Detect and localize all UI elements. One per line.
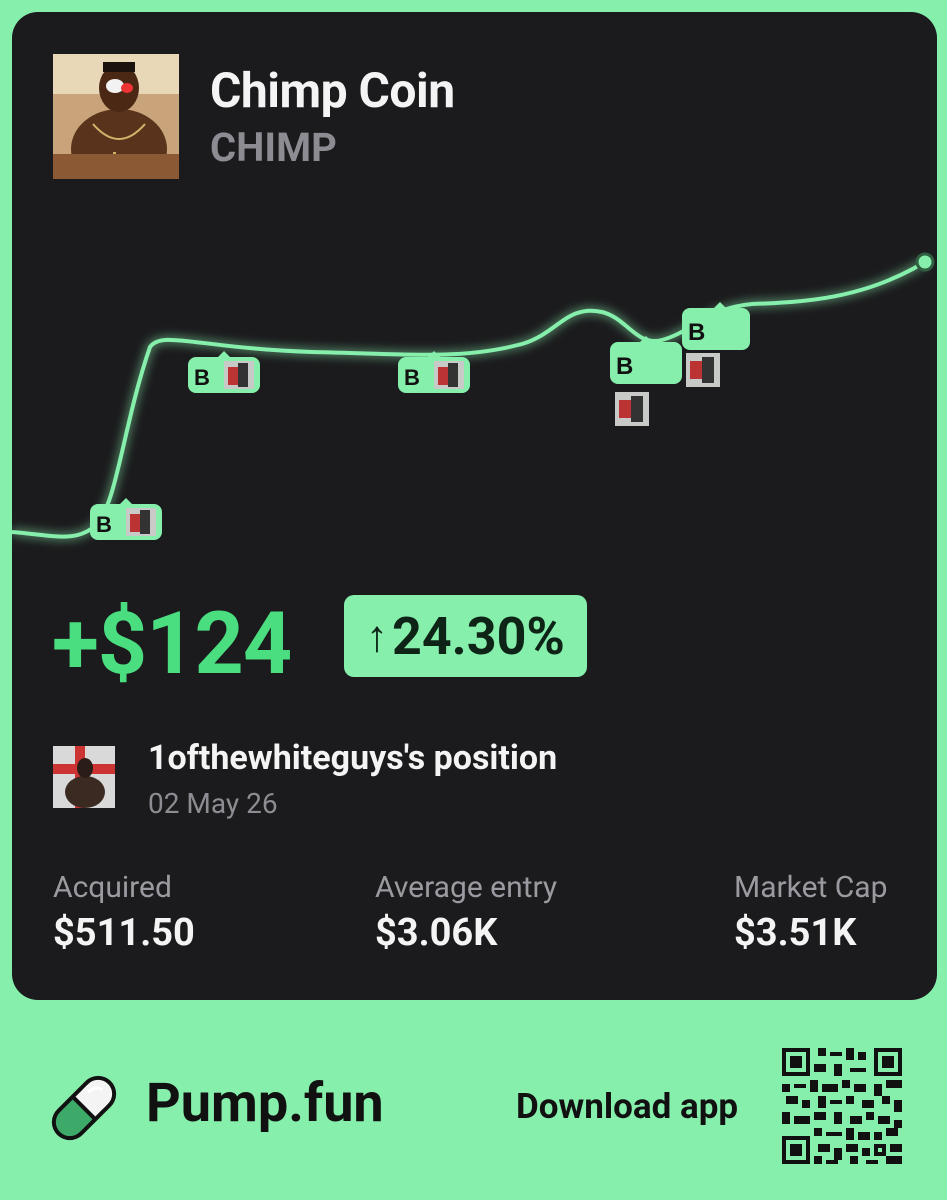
pnl-percent-badge: ↑ 24.30% <box>344 595 587 677</box>
download-app-link[interactable]: Download app <box>516 1086 738 1127</box>
pnl-percent: 24.30% <box>392 605 565 667</box>
buy-marker[interactable]: B <box>682 300 750 356</box>
stat-label: Market Cap <box>734 870 888 905</box>
buyer-avatar <box>686 353 720 391</box>
stat-market-cap: Market Cap $3.51K <box>734 870 887 955</box>
holder-position-date: 02 May 26 <box>148 787 278 820</box>
brand-name[interactable]: Pump.fun <box>146 1072 384 1135</box>
arrow-up-icon: ↑ <box>366 610 388 662</box>
svg-text:B: B <box>96 512 112 537</box>
svg-text:B: B <box>616 353 633 380</box>
stat-value: $3.51K <box>734 911 857 955</box>
svg-text:B: B <box>404 365 420 390</box>
position-card: Chimp Coin CHIMP B B B B B +$124 ↑ 24.30… <box>12 12 937 1000</box>
pill-logo-icon[interactable] <box>42 1066 126 1154</box>
stat-value: $3.06K <box>375 911 498 955</box>
buy-marker[interactable]: B <box>188 349 260 401</box>
qr-code-icon[interactable] <box>778 1044 906 1168</box>
stat-label: Acquired <box>53 870 172 905</box>
stat-acquired: Acquired $511.50 <box>53 870 195 955</box>
token-image <box>53 54 179 179</box>
stat-average-entry: Average entry $3.06K <box>375 870 557 955</box>
stat-value: $511.50 <box>53 911 195 955</box>
holder-avatar <box>53 746 115 808</box>
buy-marker[interactable]: B <box>398 349 470 401</box>
token-name: Chimp Coin <box>210 62 455 119</box>
buy-marker[interactable]: B <box>610 334 682 390</box>
current-price-dot <box>915 252 935 272</box>
svg-text:B: B <box>194 365 210 390</box>
buyer-avatar <box>615 392 649 430</box>
buy-marker[interactable]: B <box>90 496 162 548</box>
holder-position-title: 1ofthewhiteguys's position <box>148 738 558 778</box>
stat-label: Average entry <box>375 870 558 905</box>
pnl-amount: +$124 <box>52 593 292 694</box>
svg-text:B: B <box>688 319 705 346</box>
token-symbol: CHIMP <box>210 124 337 171</box>
